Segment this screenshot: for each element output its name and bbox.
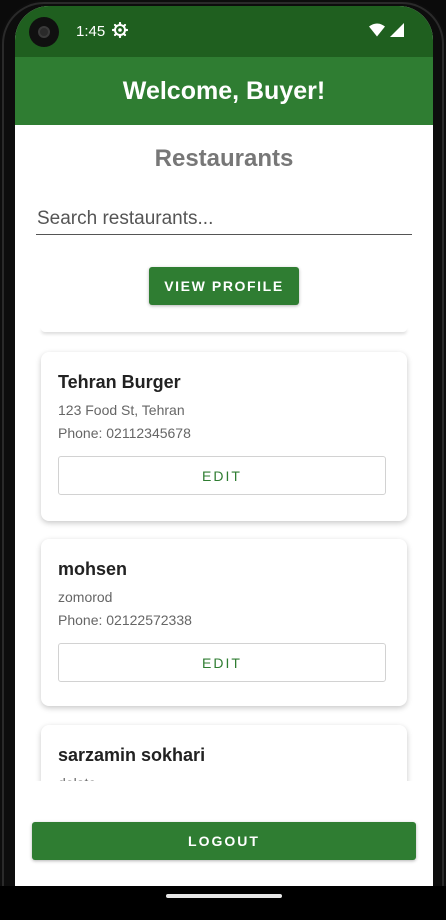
settings-gear-icon <box>111 21 129 39</box>
edit-restaurant-button[interactable]: EDIT <box>58 643 386 682</box>
restaurant-phone: Phone: 02112345678 <box>58 425 191 441</box>
restaurant-card: Tehran Burger 123 Food St, Tehran Phone:… <box>41 352 407 521</box>
restaurant-name: sarzamin sokhari <box>58 745 206 765</box>
cell-signal-icon <box>390 23 404 42</box>
search-input[interactable] <box>36 203 412 235</box>
restaurant-address: 123 Food St, Tehran <box>58 402 185 418</box>
logout-button[interactable]: LOGOUT <box>32 822 416 860</box>
restaurant-card: sarzamin sokhari dolate <box>41 725 407 781</box>
restaurant-address: zomorod <box>58 589 113 605</box>
app-screen: 1:45 Welcome, Buyer! Restaurants Search … <box>15 6 433 886</box>
navigation-bar <box>0 886 446 920</box>
status-bar: 1:45 <box>15 6 433 57</box>
edit-restaurant-button[interactable]: EDIT <box>58 456 386 495</box>
restaurant-list[interactable]: Tehran Burger 123 Food St, Tehran Phone:… <box>15 328 433 781</box>
app-bar-title: Welcome, Buyer! <box>122 76 326 105</box>
status-time: 1:45 <box>76 23 106 40</box>
home-gesture-handle[interactable] <box>166 894 282 898</box>
view-profile-button[interactable]: VIEW PROFILE <box>149 267 299 305</box>
restaurant-card: mohsen zomorod Phone: 02122572338 EDIT <box>41 539 407 706</box>
phone-device: 1:45 Welcome, Buyer! Restaurants Search … <box>0 0 446 920</box>
status-icons <box>369 23 404 42</box>
restaurant-address: dolate <box>58 775 390 781</box>
restaurant-name: mohsen <box>58 559 128 579</box>
app-bar: Welcome, Buyer! <box>15 57 433 125</box>
front-camera-icon <box>29 17 59 47</box>
previous-card-edge <box>41 328 407 332</box>
wifi-icon <box>369 23 385 42</box>
page-title: Restaurants <box>154 145 294 172</box>
restaurant-phone: Phone: 02122572338 <box>58 612 192 628</box>
restaurant-name: Tehran Burger <box>58 372 181 392</box>
